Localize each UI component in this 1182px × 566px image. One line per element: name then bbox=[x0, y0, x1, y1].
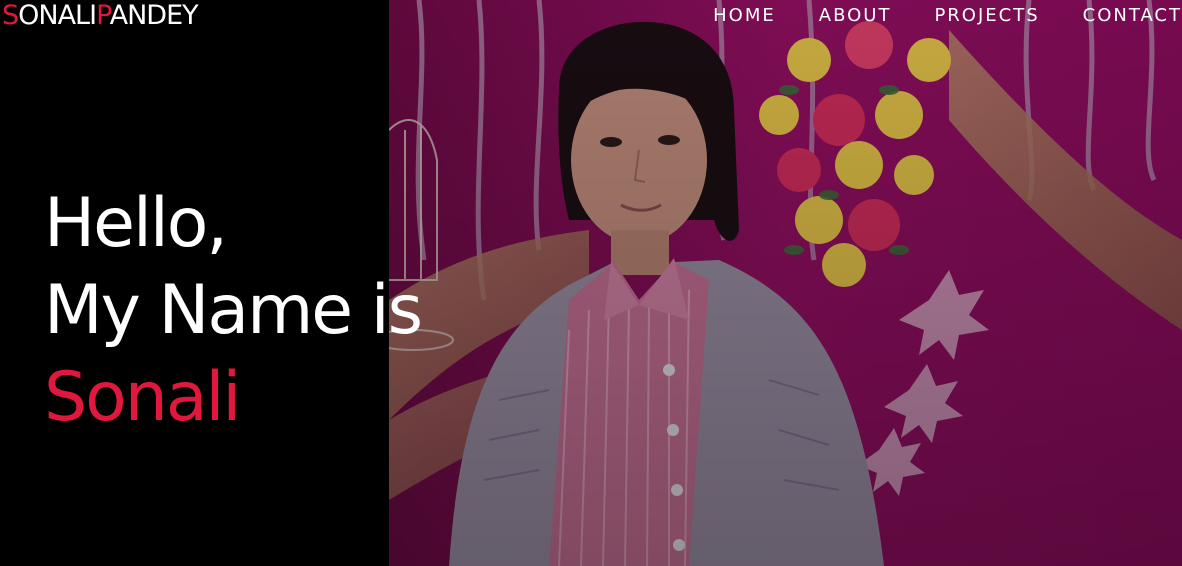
hero-heading: Hello, My Name is Sonali bbox=[44, 180, 423, 441]
site-logo[interactable]: SONALIPANDEY bbox=[2, 0, 199, 32]
nav-link-home[interactable]: HOME bbox=[713, 5, 776, 26]
portrait-illustration bbox=[389, 0, 1182, 566]
logo-first-initial: S bbox=[2, 0, 19, 31]
logo-last-initial: P bbox=[96, 0, 111, 31]
hero-greeting: Hello, bbox=[44, 184, 228, 263]
page: SONALIPANDEY HOME ABOUT PROJECTS CONTACT… bbox=[0, 0, 1182, 566]
hero-photo bbox=[389, 0, 1182, 566]
nav-link-contact[interactable]: CONTACT bbox=[1083, 5, 1182, 26]
main-nav: HOME ABOUT PROJECTS CONTACT bbox=[713, 0, 1182, 30]
logo-first-rest: ONALI bbox=[18, 0, 97, 31]
logo-last-rest: ANDEY bbox=[109, 0, 199, 31]
hero-name: Sonali bbox=[44, 358, 241, 437]
nav-link-projects[interactable]: PROJECTS bbox=[934, 5, 1039, 26]
nav-link-about[interactable]: ABOUT bbox=[819, 5, 892, 26]
hero-intro: My Name is bbox=[44, 271, 423, 350]
